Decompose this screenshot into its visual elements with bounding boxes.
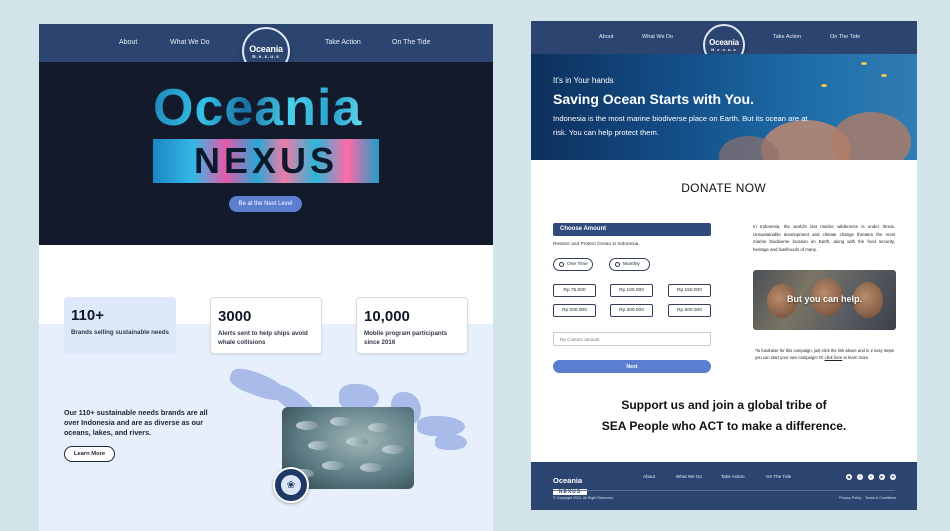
next-button[interactable]: Next — [553, 360, 711, 373]
youtube-icon[interactable]: ▶ — [879, 474, 885, 480]
hero-cta-button[interactable]: Be at the Next Level — [229, 196, 302, 212]
learn-more-button[interactable]: Learn More — [64, 446, 115, 462]
fundraise-note: *to fundraise for this campaign, just cl… — [755, 347, 897, 361]
donate-title: DONATE NOW — [681, 181, 766, 195]
monthly-radio[interactable]: Monthly — [609, 258, 650, 271]
amount-option[interactable]: Rp 200.000 — [553, 304, 596, 317]
amount-option[interactable]: Rp 100.000 — [610, 284, 653, 297]
amount-option[interactable]: Rp 75.000 — [553, 284, 596, 297]
fundraise-note-end: to learn more. — [842, 355, 870, 360]
footer: Oceania NEXUS About What We Do Take Acti… — [531, 462, 917, 510]
donate-page: About What We Do Take Action On The Tide… — [531, 21, 917, 510]
stat-card-alerts: 3000 Alerts sent to help ships avoid wha… — [210, 297, 322, 354]
copyright: © Copyright 2023. All Right Reserved. — [553, 496, 614, 500]
stat-card-brands: 110+ Brands selling sustainable needs — [64, 297, 176, 354]
landing-page: About What We Do Take Action On The Tide… — [39, 24, 493, 531]
footer-logo-title: Oceania — [553, 476, 583, 485]
stat-label: Brands selling sustainable needs — [71, 329, 169, 336]
support-line-1: Support us and join a global tribe of — [621, 398, 827, 412]
one-time-radio[interactable]: One Time — [553, 258, 593, 271]
stat-label: Alerts sent to help ships avoid whale co… — [218, 330, 308, 346]
nav-take-action[interactable]: Take Action — [773, 34, 801, 40]
instagram-icon[interactable]: ◉ — [846, 474, 852, 480]
hero-title-oceania: Oceania — [153, 79, 363, 137]
footer-logo[interactable]: Oceania NEXUS — [553, 470, 587, 495]
nav-on-the-tide[interactable]: On The Tide — [830, 34, 860, 40]
terms-link[interactable]: Terms & Conditions — [865, 496, 896, 500]
hero-banner: It's in Your hands Saving Ocean Starts w… — [531, 54, 917, 160]
help-photo: But you can help. — [753, 270, 896, 330]
nav-about[interactable]: About — [599, 34, 613, 40]
choose-amount-header: Choose Amount — [553, 223, 711, 236]
hero-subtext: Indonesia is the most marine biodiverse … — [553, 114, 808, 137]
nav-on-the-tide[interactable]: On The Tide — [392, 39, 430, 46]
amount-option[interactable]: Rp 300.000 — [610, 304, 653, 317]
support-heading: Support us and join a global tribe of SE… — [531, 395, 917, 437]
radio-label: One Time — [567, 262, 588, 267]
radio-label: Monthly — [623, 262, 640, 267]
logo-subtitle: N.e.x.u.s — [252, 53, 280, 59]
about-blurb: Our 110+ sustainable needs brands are al… — [64, 408, 208, 437]
hero-section: Oceania NEXUS Be at the Next Level — [39, 62, 493, 245]
nav-about[interactable]: About — [119, 39, 137, 46]
hero-title-nexus: NEXUS — [193, 140, 339, 181]
nav-take-action[interactable]: Take Action — [325, 39, 361, 46]
amount-option[interactable]: Rp 150.000 — [668, 284, 711, 297]
stat-value: 3000 — [218, 308, 252, 325]
radio-icon — [559, 262, 564, 267]
click-here-link[interactable]: click here — [825, 355, 843, 360]
footer-link-on-the-tide[interactable]: On The Tide — [766, 474, 791, 479]
logo-title: Oceania — [249, 43, 283, 54]
privacy-policy-link[interactable]: Privacy Policy — [839, 496, 861, 500]
amount-note: Restore and Protect Ocean in Indonesia. — [553, 242, 640, 247]
logo-title: Oceania — [709, 38, 739, 47]
stat-label: Mobile program participants since 2016 — [364, 330, 448, 346]
nav-what-we-do[interactable]: What We Do — [170, 39, 210, 46]
facebook-icon[interactable]: f — [857, 474, 863, 480]
footer-divider — [553, 490, 895, 491]
threat-paragraph: In Indonesia, the world's last marine wi… — [753, 224, 895, 252]
hero-title-nexus-banner: NEXUS — [153, 139, 379, 183]
turtle-icon: ❀ — [281, 475, 301, 495]
footer-link-what-we-do[interactable]: What We Do — [676, 474, 702, 479]
radio-icon — [615, 262, 620, 267]
nav-what-we-do[interactable]: What We Do — [642, 34, 673, 40]
logo-subtitle: N.e.x.u.s — [711, 47, 737, 52]
stat-card-participants: 10,000 Mobile program participants since… — [356, 297, 468, 354]
hero-headline: Saving Ocean Starts with You. — [553, 91, 754, 107]
stat-value: 10,000 — [364, 308, 410, 325]
footer-link-about[interactable]: About — [643, 474, 655, 479]
twitter-icon[interactable]: t — [868, 474, 874, 480]
help-photo-caption: But you can help. — [786, 294, 862, 304]
stat-value: 110+ — [71, 307, 104, 324]
support-line-2: SEA People who ACT to make a difference. — [601, 419, 847, 433]
turtle-badge-logo: ❀ — [273, 467, 309, 503]
mail-icon[interactable]: ✉ — [890, 474, 896, 480]
amount-option[interactable]: Rp 500.000 — [668, 304, 711, 317]
custom-amount-input[interactable] — [553, 332, 711, 346]
footer-link-take-action[interactable]: Take Action — [721, 474, 745, 479]
hero-kicker: It's in Your hands — [553, 76, 614, 85]
